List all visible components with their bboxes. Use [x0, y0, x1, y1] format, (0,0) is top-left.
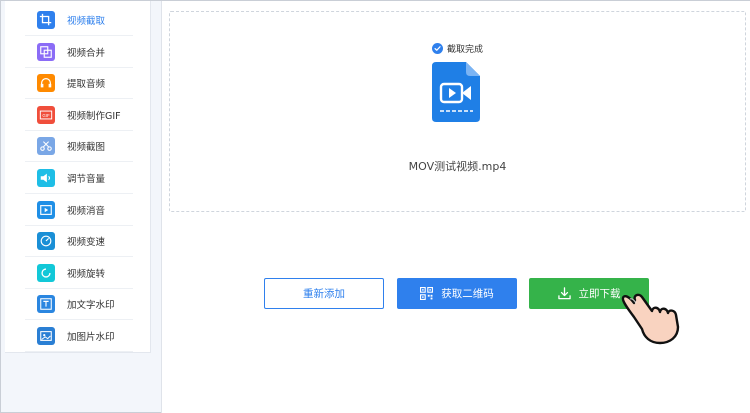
- sidebar-item-6[interactable]: 调节音量: [25, 163, 133, 194]
- download-icon: [557, 287, 571, 300]
- readd-label: 重新添加: [303, 288, 345, 300]
- pointing-hand-icon: [620, 285, 684, 349]
- sidebar-item-label: 加图片水印: [67, 332, 115, 343]
- rotate-icon: [37, 263, 55, 282]
- sidebar-item-label: 视频旋转: [67, 268, 106, 280]
- sidebar-item-label: 视频合并: [67, 47, 106, 59]
- video-file-icon: [432, 62, 482, 122]
- file-name: MOV测试视频.mp4: [408, 160, 507, 173]
- crop-icon: [37, 11, 55, 29]
- qr-label: 获取二维码: [441, 288, 494, 300]
- scissors-icon: [37, 137, 55, 156]
- sidebar-item-10[interactable]: 加文字水印: [25, 289, 133, 321]
- result-area: 截取完成 MOV测试视频.mp4: [169, 11, 746, 212]
- sidebar-item-1[interactable]: 视频截取: [25, 5, 133, 36]
- sidebar-item-7[interactable]: 视频消音: [25, 195, 133, 226]
- sidebar-item-label: 视频制作GIF: [67, 110, 121, 122]
- gif-icon: GIF: [37, 105, 55, 124]
- sidebar-item-label: 视频消音: [67, 205, 106, 217]
- sidebar-item-label: 加文字水印: [67, 300, 115, 312]
- get-qrcode-button[interactable]: 获取二维码: [397, 278, 517, 309]
- merge-icon: [37, 42, 55, 61]
- app-window: 视频截取 视频合并 提取音频 GIF 视频制作GIF 视频截图 调节音量 视频消音 视频变速 视频…: [0, 0, 750, 413]
- check-circle-icon: [431, 43, 443, 54]
- sidebar-item-5[interactable]: 视频截图: [25, 131, 133, 163]
- svg-text:GIF: GIF: [42, 113, 50, 118]
- sidebar-item-9[interactable]: 视频旋转: [25, 258, 133, 289]
- sidebar-item-4[interactable]: GIF 视频制作GIF: [25, 100, 133, 131]
- sidebar-item-label: 调节音量: [67, 174, 106, 185]
- volume-icon: [37, 169, 55, 187]
- sidebar-item-11[interactable]: 加图片水印: [25, 321, 133, 352]
- text-watermark-icon: [37, 295, 55, 314]
- sidebar-item-label: 视频变速: [67, 237, 106, 249]
- headphones-icon: [37, 74, 55, 93]
- sidebar-item-label: 提取音频: [67, 79, 106, 91]
- sidebar-item-label: 视频截图: [67, 142, 106, 154]
- sidebar-item-8[interactable]: 视频变速: [25, 226, 133, 258]
- sidebar-item-label: 视频截取: [67, 16, 106, 27]
- sidebar-item-3[interactable]: 提取音频: [25, 68, 133, 100]
- main-panel: 截取完成 MOV测试视频.mp4 重新添加 获取二维码 立即下载: [161, 1, 750, 413]
- sidebar: 视频截取 视频合并 提取音频 GIF 视频制作GIF 视频截图 调节音量 视频消音 视频变速 视频…: [5, 1, 151, 353]
- image-watermark-icon: [37, 327, 55, 345]
- video-play-icon: [37, 200, 55, 219]
- sidebar-item-2[interactable]: 视频合并: [25, 37, 133, 68]
- status-text: 截取完成: [446, 45, 483, 55]
- speed-icon: [37, 232, 55, 251]
- status-row: 截取完成: [170, 42, 745, 55]
- readd-button[interactable]: 重新添加: [264, 278, 384, 309]
- qrcode-icon: [420, 287, 434, 300]
- download-label: 立即下载: [578, 288, 621, 300]
